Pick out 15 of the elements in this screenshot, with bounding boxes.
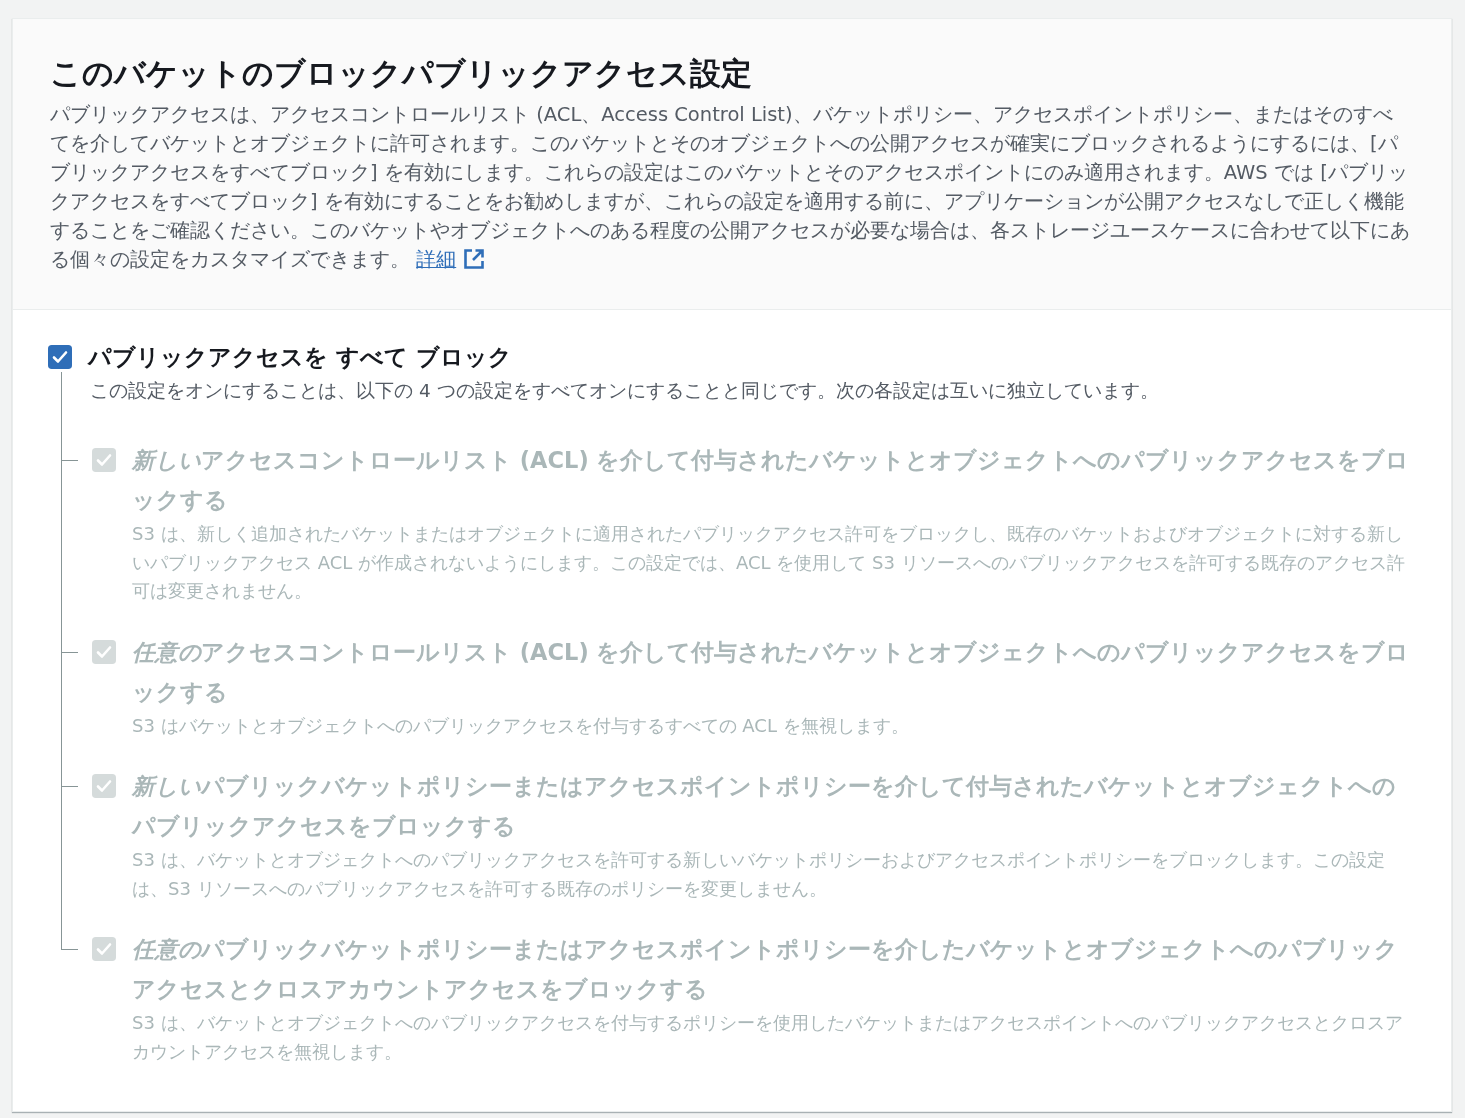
external-link-icon xyxy=(462,247,487,271)
setting-description: この設定をオンにすることは、以下の 4 つの設定をすべてオンにすることと同じです。次の各設定は互いに独立しています。 xyxy=(90,379,1160,403)
checkbox-label[interactable]: パブリックアクセスを すべて ブロック xyxy=(88,342,512,372)
panel-description: パブリックアクセスは、アクセスコントロールリスト (ACL、Access Control List)、バケットポリシー、アクセスポイントポリシー、またはそのすべてを介してバケットとオブジェクトに許可されます。このバケットとそのオブジェクトへの公開アクセスが確実にブロックされるようにするには、[パブリックアクセスをすべてブロック] を有効にします。これらの設定はこのバケットとそのアクセスポイントにのみ適用されます。AWS では [パブリックアクセスをすべてブロック] を有効にすることをお勧めしますが、これらの設定を適用する前に、アプリケーションが公開アクセスなしで正しく機能することをご確認ください。このバケットやオブジェクトへのある程度の公開アクセスが必要な場合は、各ストレージユースケースに合わせて以下にある個々の設定をカスタマイズできます。 詳細 xyxy=(50,102,1411,273)
option-description: S3 は、バケットとオブジェクトへのパブリックアクセスを許可する新しいバケットポリシーおよびアクセスポイントポリシーをブロックします。この設定は、S3 リソースへのパブリックアクセスを許可する既存のポリシーを変更しません。 xyxy=(132,848,1386,901)
option-title: 新しいアクセスコントロールリスト (ACL) を介して付与されたバケットとオブジェクトへのパブリックアクセスをブロックする xyxy=(132,446,1411,515)
checkbox[interactable] xyxy=(48,345,72,369)
panel-title: このバケットのブロックパブリックアクセス設定 xyxy=(50,54,753,93)
option-title: 新しいパブリックバケットポリシーまたはアクセスポイントポリシーを介して付与されたバケットとオブジェクトへのパブリックアクセスをブロックする xyxy=(132,772,1397,841)
details-link[interactable]: 詳細 xyxy=(416,248,487,271)
option-description: S3 はバケットとオブジェクトへのパブリックアクセスを付与するすべての ACL を無視します。 xyxy=(132,713,910,738)
option-description: S3 は、新しく追加されたバケットまたはオブジェクトに適用されたパブリックアクセス許可をブロックし、既存のバケットおよびオブジェクトに対する新しいパブリックアクセス ACL が作成されないようにします。この設定では、ACL を使用して S3 リソースへのパブリックアクセスを許可する既存のアクセス許可は変更されません。 xyxy=(132,522,1406,603)
option-description: S3 は、バケットとオブジェクトへのパブリックアクセスを付与するポリシーを使用したバケットまたはアクセスポイントへのパブリックアクセスとクロスアカウントアクセスを無視します。 xyxy=(132,1011,1404,1064)
option-title: 任意のパブリックバケットポリシーまたはアクセスポイントポリシーを介したバケットとオブジェクトへのパブリックアクセスとクロスアカウントアクセスをブロックする xyxy=(132,935,1399,1004)
option-title: 任意のアクセスコントロールリスト (ACL) を介して付与されたバケットとオブジェクトへのパブリックアクセスをブロックする xyxy=(132,637,1411,707)
